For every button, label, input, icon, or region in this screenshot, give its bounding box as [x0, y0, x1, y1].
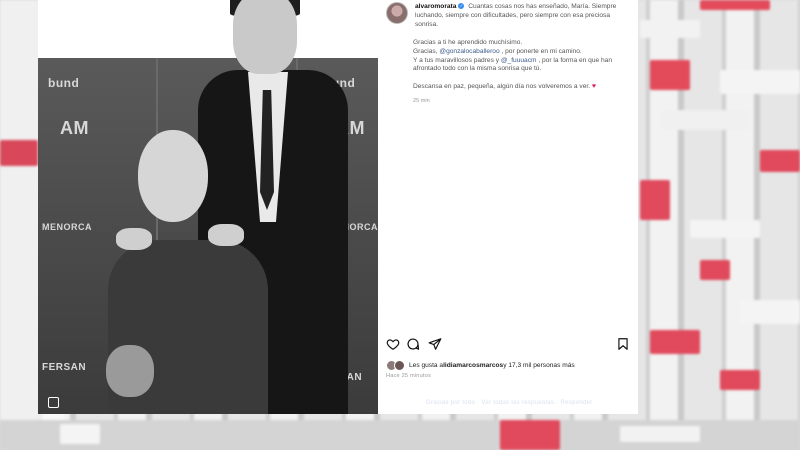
comment-icon[interactable] [406, 337, 420, 351]
likes-count-text: y 17,3 mil personas más [503, 362, 575, 369]
verified-badge-icon: ✓ [458, 3, 465, 10]
caption-paragraph: Y a tus maravillosos padres y [413, 56, 501, 64]
sponsor-logo: FERSAN [42, 362, 87, 373]
footer-faded-text: Gracias por todo · Ver todas las respues… [426, 400, 593, 406]
caption-timestamp: 25 min [413, 98, 430, 105]
plush-toy [106, 345, 154, 397]
sponsor-logo: MENORCA [42, 222, 92, 232]
sponsor-logo: bund [48, 76, 80, 90]
post-sidebar: alvaromorata ✓ Cuantas cosas nos has ense… [378, 0, 638, 414]
man-face [233, 0, 297, 74]
share-icon[interactable] [428, 337, 442, 351]
mention-link[interactable]: @gonzalocaballeroo [439, 48, 499, 55]
instagram-post: bund AM MENORCA FERSAN bund AM MENORCA F… [38, 0, 638, 414]
sponsor-logo: AM [60, 118, 89, 138]
caption-paragraph: Gracias a ti he aprendido muchísimo. [413, 38, 523, 46]
gallery-icon [48, 397, 59, 408]
action-bar [386, 337, 631, 353]
post-timestamp: Hace 25 minutos [386, 373, 431, 379]
likes-text: Les gusta a [409, 362, 444, 369]
likes-summary[interactable]: Les gusta a lidiamarcosmarcos y 17,3 mil… [386, 360, 575, 371]
avatar[interactable] [386, 2, 408, 24]
liker-avatar [394, 360, 405, 371]
post-photo[interactable]: bund AM MENORCA FERSAN bund AM MENORCA F… [38, 0, 378, 414]
heart-icon[interactable] [386, 337, 400, 351]
save-icon[interactable] [616, 337, 630, 351]
heart-emoji-icon: ♥ [591, 83, 597, 91]
username[interactable]: alvaromorata [415, 3, 456, 10]
mention-link[interactable]: @_fuuuacm [501, 57, 537, 64]
caption-paragraph: Gracias, [413, 47, 440, 55]
girl-face [138, 130, 208, 222]
caption-paragraph: , por ponerte en mi camino. [499, 47, 582, 55]
caption: alvaromorata ✓ Cuantas cosas nos has ense… [386, 0, 631, 104]
caption-paragraph: Descansa en paz, pequeña, algún día nos … [413, 83, 591, 91]
liker-username[interactable]: lidiamarcosmarcos [443, 362, 503, 369]
